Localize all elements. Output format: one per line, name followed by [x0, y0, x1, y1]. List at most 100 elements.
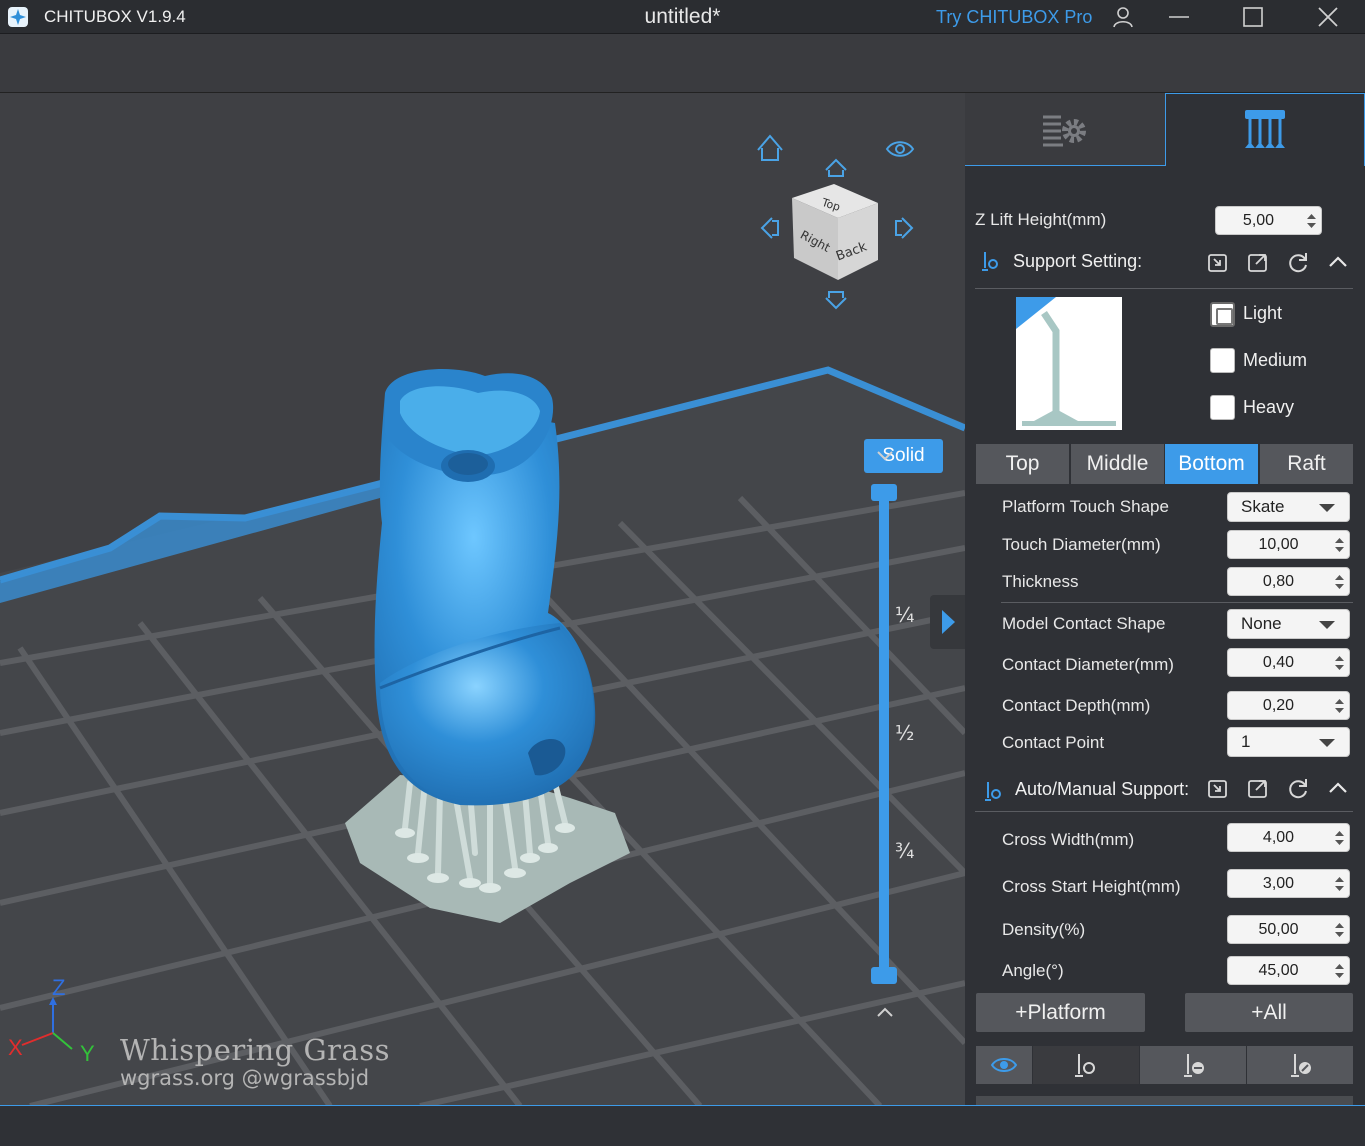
support-tip-icon: [985, 782, 1001, 801]
home-icon: [757, 134, 783, 161]
touch-diameter-input[interactable]: 10,00: [1227, 530, 1350, 559]
spin-arrows-icon[interactable]: [1307, 211, 1316, 231]
cross-width-label: Cross Width(mm): [1002, 830, 1135, 849]
spin-arrows-icon[interactable]: [1335, 961, 1344, 981]
contact-diameter-input[interactable]: 0,40: [1227, 648, 1350, 677]
add-support-tool-button[interactable]: [1033, 1046, 1139, 1084]
axis-gizmo: Z X Y: [8, 975, 95, 1063]
support-pillars-icon: [1245, 110, 1285, 148]
dropdown-caret-icon: [1319, 504, 1335, 512]
x-axis-label: X: [8, 1035, 23, 1060]
density-value: 50,00: [1258, 921, 1299, 938]
watermark-title: Whispering Grass: [120, 1033, 391, 1067]
dropdown-caret-icon: [1319, 621, 1335, 629]
spin-arrows-icon[interactable]: [1335, 653, 1344, 673]
eye-view-icon[interactable]: [885, 138, 915, 160]
spin-arrows-icon[interactable]: [1335, 696, 1344, 716]
model-contact-shape-label: Model Contact Shape: [1002, 614, 1166, 633]
import-icon[interactable]: [1206, 250, 1230, 274]
try-pro-link[interactable]: Try CHITUBOX Pro: [936, 7, 1092, 28]
add-platform-supports-button[interactable]: +Platform: [976, 993, 1145, 1032]
z-lift-input[interactable]: 5,00: [1215, 206, 1322, 235]
touch-diameter-label: Touch Diameter(mm): [1002, 535, 1161, 554]
refresh-icon[interactable]: [1286, 776, 1310, 800]
minimize-icon[interactable]: [1166, 4, 1192, 30]
tab-print-settings[interactable]: [965, 93, 1165, 166]
tab-middle[interactable]: Middle: [1071, 444, 1164, 484]
platform-touch-shape-select[interactable]: Skate: [1227, 492, 1350, 522]
settings-list-icon: [1043, 115, 1086, 147]
slider-label-half: ½: [895, 721, 915, 745]
auto-manual-support-title: Auto/Manual Support:: [1015, 779, 1190, 799]
spin-arrows-icon[interactable]: [1335, 535, 1344, 555]
contact-point-select[interactable]: 1: [1227, 727, 1350, 757]
layer-slider-bottom-handle[interactable]: [871, 967, 897, 984]
model-contact-shape-value: None: [1241, 614, 1282, 633]
touch-diameter-value: 10,00: [1258, 536, 1299, 553]
support-tip-icon: [982, 252, 998, 271]
cross-start-height-label: Cross Start Height(mm): [1002, 877, 1181, 896]
toolbar: [0, 34, 1365, 93]
edit-support-tool-button[interactable]: [1247, 1046, 1353, 1084]
layer-slider-track[interactable]: [879, 485, 889, 977]
z-lift-label: Z Lift Height(mm): [975, 210, 1107, 229]
cross-start-height-input[interactable]: 3,00: [1227, 869, 1350, 898]
close-icon[interactable]: [1315, 4, 1341, 30]
maximize-icon[interactable]: [1240, 4, 1266, 30]
user-icon[interactable]: [1110, 4, 1136, 30]
cross-width-input[interactable]: 4,00: [1227, 823, 1350, 852]
divider: [1001, 602, 1353, 603]
support-panel: Z Lift Height(mm) 5,00 Support Setting: …: [965, 93, 1365, 1106]
spin-arrows-icon[interactable]: [1335, 874, 1344, 894]
refresh-icon[interactable]: [1286, 250, 1310, 274]
preset-light-label: Light: [1243, 303, 1283, 323]
import-icon[interactable]: [1206, 776, 1230, 800]
layer-slider-top-handle[interactable]: [871, 484, 897, 501]
export-icon[interactable]: [1246, 776, 1270, 800]
preset-medium-label: Medium: [1243, 350, 1308, 370]
panel-collapse-tab[interactable]: [930, 595, 965, 649]
contact-point-value: 1: [1241, 732, 1251, 751]
cross-start-height-value: 3,00: [1262, 875, 1295, 892]
tab-raft[interactable]: Raft: [1260, 444, 1353, 484]
collapse-chevron-up-icon[interactable]: [1326, 250, 1350, 274]
preset-heavy-checkbox[interactable]: [1210, 395, 1235, 420]
angle-input[interactable]: 45,00: [1227, 956, 1350, 985]
slider-down-chevron-icon[interactable]: [872, 445, 898, 467]
export-icon[interactable]: [1246, 250, 1270, 274]
show-supports-button[interactable]: [976, 1046, 1032, 1084]
tab-bottom[interactable]: Bottom: [1165, 444, 1258, 484]
contact-diameter-value: 0,40: [1262, 654, 1295, 671]
3d-viewport[interactable]: Top Right Back Solid ¼ ½ ¾ Z X Y Whisper…: [0, 93, 965, 1106]
tab-top[interactable]: Top: [976, 444, 1069, 484]
tab-support-settings[interactable]: [1165, 93, 1365, 166]
preset-medium-checkbox[interactable]: [1210, 348, 1235, 373]
support-illustration: [1016, 297, 1116, 426]
model-contact-shape-select[interactable]: None: [1227, 609, 1350, 639]
platform-touch-shape-label: Platform Touch Shape: [1002, 497, 1169, 516]
collapse-chevron-up-icon[interactable]: [1326, 776, 1350, 800]
slider-label-three-quarter: ¾: [895, 839, 915, 863]
spin-arrows-icon[interactable]: [1335, 572, 1344, 592]
thickness-label: Thickness: [1002, 572, 1079, 591]
support-preset-image: [1016, 297, 1122, 430]
thickness-input[interactable]: 0,80: [1227, 567, 1350, 596]
spin-arrows-icon[interactable]: [1335, 828, 1344, 848]
support-setting-title: Support Setting:: [1013, 251, 1143, 271]
play-right-icon: [942, 610, 955, 634]
slider-label-quarter: ¼: [895, 603, 915, 627]
cross-width-value: 4,00: [1262, 829, 1295, 846]
spin-arrows-icon[interactable]: [1335, 920, 1344, 940]
add-all-supports-button[interactable]: +All: [1185, 993, 1353, 1032]
preset-light-checkbox[interactable]: [1210, 302, 1235, 327]
density-input[interactable]: 50,00: [1227, 915, 1350, 944]
z-lift-value: 5,00: [1242, 212, 1275, 229]
slider-up-chevron-icon[interactable]: [872, 1001, 898, 1023]
remove-support-tool-button[interactable]: [1140, 1046, 1246, 1084]
y-axis-label: Y: [80, 1041, 95, 1063]
title-bar: CHITUBOX V1.9.4 untitled* Try CHITUBOX P…: [0, 0, 1365, 34]
angle-label: Angle(°): [1002, 961, 1064, 980]
contact-depth-label: Contact Depth(mm): [1002, 696, 1151, 715]
contact-depth-input[interactable]: 0,20: [1227, 691, 1350, 720]
document-title: untitled*: [644, 5, 721, 28]
